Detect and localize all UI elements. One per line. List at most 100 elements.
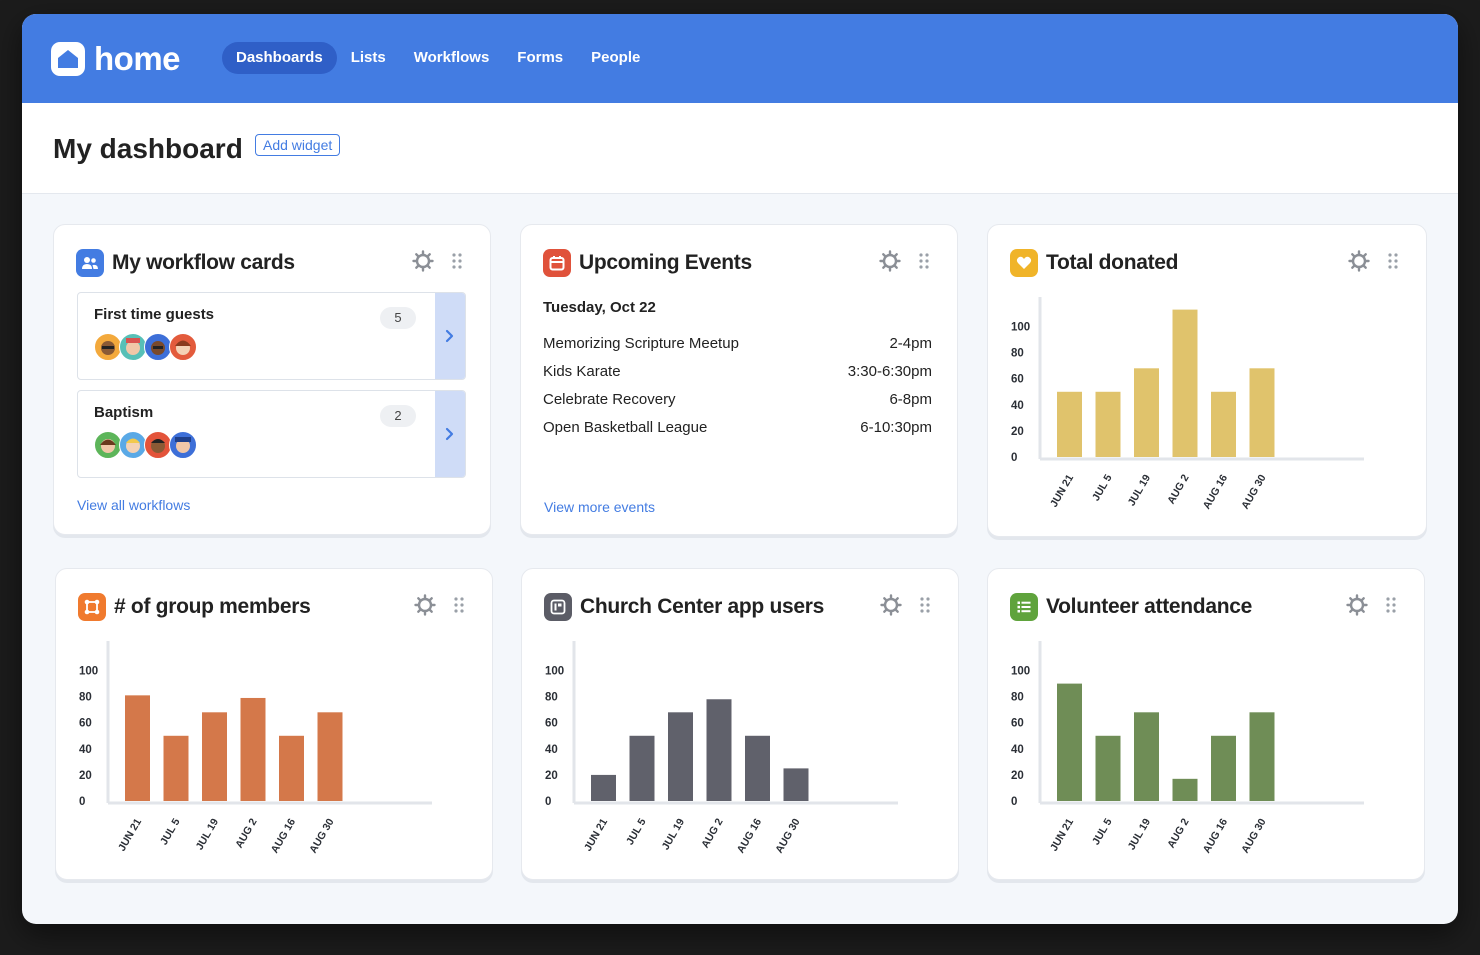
bar — [1173, 779, 1198, 801]
x-tick-label: AUG 30 — [1239, 816, 1268, 855]
home-logo[interactable]: home — [51, 40, 180, 78]
x-tick-label: AUG 30 — [307, 816, 336, 855]
y-tick-label: 40 — [1011, 400, 1024, 412]
x-tick-label: JUL 5 — [158, 816, 183, 847]
y-tick-label: 80 — [1011, 692, 1024, 704]
avatar — [144, 431, 172, 459]
view-all-workflows-link[interactable]: View all workflows — [77, 497, 190, 513]
bar — [1250, 712, 1275, 801]
bar — [1134, 712, 1159, 801]
event-name: Open Basketball League — [543, 419, 707, 436]
nav-people[interactable]: People — [577, 42, 654, 74]
x-tick-label: JUL 19 — [660, 816, 688, 852]
bar — [707, 699, 732, 801]
avatar — [169, 333, 197, 361]
avatar-group — [94, 431, 194, 459]
x-tick-label: AUG 2 — [233, 816, 260, 850]
x-tick-label: JUL 5 — [624, 816, 649, 847]
bar — [1057, 684, 1082, 801]
workflow-card-baptism[interactable]: Baptism 2 — [77, 390, 466, 478]
x-tick-label: JUN 21 — [1048, 472, 1076, 509]
widget-title: My workflow cards — [112, 251, 295, 275]
x-tick-label: AUG 30 — [1239, 472, 1268, 511]
open-workflow-button[interactable] — [435, 391, 465, 477]
x-tick-label: AUG 2 — [699, 816, 726, 850]
event-row[interactable]: Celebrate Recovery 6-8pm — [543, 391, 932, 408]
nav-lists[interactable]: Lists — [337, 42, 400, 74]
y-tick-label: 0 — [79, 796, 85, 808]
x-tick-label: AUG 30 — [773, 816, 802, 855]
event-name: Kids Karate — [543, 363, 621, 380]
bar — [202, 712, 227, 801]
logo-text: home — [94, 40, 180, 78]
event-row[interactable]: Memorizing Scripture Meetup 2-4pm — [543, 335, 932, 352]
bar — [630, 736, 655, 801]
event-time: 6-10:30pm — [860, 419, 932, 436]
x-tick-label: JUN 21 — [1048, 816, 1076, 853]
upcoming-events-widget: Upcoming Events Tuesday, Oct 22 Memorizi… — [520, 224, 958, 535]
bar — [1211, 736, 1236, 801]
chevron-right-icon — [445, 427, 455, 441]
gear-icon[interactable] — [879, 249, 901, 273]
chevron-right-icon — [445, 329, 455, 343]
y-tick-label: 100 — [1011, 322, 1030, 334]
view-more-events-link[interactable]: View more events — [544, 499, 655, 515]
nav-dashboards[interactable]: Dashboards — [222, 42, 337, 74]
avatar — [144, 333, 172, 361]
bar — [745, 736, 770, 801]
event-date: Tuesday, Oct 22 — [543, 299, 656, 316]
bar — [125, 695, 150, 801]
y-tick-label: 80 — [79, 692, 92, 704]
workflow-card-first-time-guests[interactable]: First time guests 5 — [77, 292, 466, 380]
event-row[interactable]: Kids Karate 3:30-6:30pm — [543, 363, 932, 380]
main-nav: Dashboards Lists Workflows Forms People — [222, 42, 654, 74]
bar — [784, 768, 809, 801]
bar — [1057, 392, 1082, 457]
x-tick-label: AUG 16 — [1201, 816, 1230, 855]
avatar — [169, 431, 197, 459]
y-tick-label: 100 — [1011, 666, 1030, 678]
x-tick-label: AUG 2 — [1165, 472, 1192, 506]
x-tick-label: AUG 16 — [269, 816, 298, 855]
bar — [668, 712, 693, 801]
drag-handle-icon[interactable] — [446, 249, 468, 273]
bar — [1096, 392, 1121, 457]
nav-workflows[interactable]: Workflows — [400, 42, 504, 74]
bar — [279, 736, 304, 801]
volunteer-attendance-chart: 020406080100JUN 21JUL 5JUL 19AUG 2AUG 16… — [988, 569, 1424, 879]
x-tick-label: JUL 5 — [1090, 472, 1115, 503]
total-donated-chart: 020406080100JUN 21JUL 5JUL 19AUG 2AUG 16… — [988, 225, 1426, 536]
x-tick-label: AUG 16 — [735, 816, 764, 855]
x-tick-label: JUL 19 — [1126, 472, 1154, 508]
gear-icon[interactable] — [412, 249, 434, 273]
y-tick-label: 60 — [79, 718, 92, 730]
event-time: 6-8pm — [889, 391, 932, 408]
widget-title: Upcoming Events — [579, 251, 752, 275]
y-tick-label: 100 — [79, 666, 98, 678]
bar — [1096, 736, 1121, 801]
y-tick-label: 0 — [1011, 796, 1017, 808]
add-widget-button[interactable]: Add widget — [255, 134, 340, 156]
x-tick-label: JUL 5 — [1090, 816, 1115, 847]
open-workflow-button[interactable] — [435, 293, 465, 379]
avatar — [119, 431, 147, 459]
y-tick-label: 100 — [545, 666, 564, 678]
workflow-name: Baptism — [94, 404, 153, 421]
y-tick-label: 60 — [1011, 374, 1024, 386]
event-row[interactable]: Open Basketball League 6-10:30pm — [543, 419, 932, 436]
top-navigation-bar: home Dashboards Lists Workflows Forms Pe… — [22, 14, 1458, 103]
x-tick-label: AUG 16 — [1201, 472, 1230, 511]
drag-handle-icon[interactable] — [913, 249, 935, 273]
bar — [1173, 310, 1198, 457]
bar — [1250, 368, 1275, 457]
x-tick-label: JUL 19 — [194, 816, 222, 852]
nav-forms[interactable]: Forms — [503, 42, 577, 74]
bar — [318, 712, 343, 801]
page-title: My dashboard — [53, 133, 243, 165]
app-users-chart: 020406080100JUN 21JUL 5JUL 19AUG 2AUG 16… — [522, 569, 958, 879]
group-members-chart: 020406080100JUN 21JUL 5JUL 19AUG 2AUG 16… — [56, 569, 492, 879]
y-tick-label: 20 — [545, 770, 558, 782]
volunteer-attendance-widget: Volunteer attendance 020406080100JUN 21J… — [987, 568, 1425, 880]
x-tick-label: JUL 19 — [1126, 816, 1154, 852]
bar — [241, 698, 266, 801]
